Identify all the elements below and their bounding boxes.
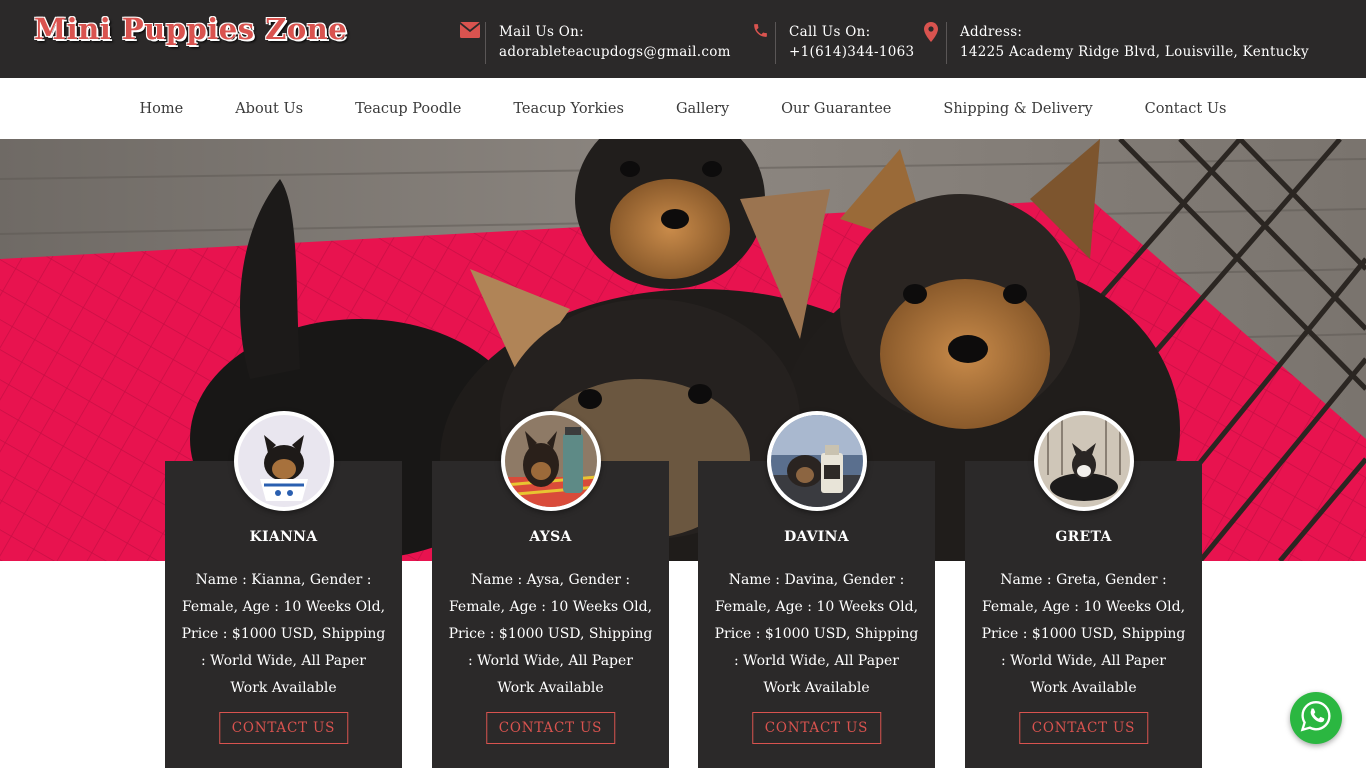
puppy-card: DAVINA Name : Davina, Gender : Female, A… bbox=[698, 411, 935, 768]
puppy-card: GRETA Name : Greta, Gender : Female, Age… bbox=[965, 411, 1202, 768]
site-logo[interactable]: Mini Puppies Zone bbox=[34, 12, 347, 46]
puppy-description: Name : Greta, Gender : Female, Age : 10 … bbox=[981, 572, 1186, 696]
nav-teacup-poodle[interactable]: Teacup Poodle bbox=[329, 101, 487, 117]
nav-home[interactable]: Home bbox=[113, 101, 209, 117]
nav-gallery[interactable]: Gallery bbox=[650, 101, 755, 117]
phone-label: Call Us On: bbox=[789, 24, 871, 40]
puppy-card: KIANNA Name : Kianna, Gender : Female, A… bbox=[165, 411, 402, 768]
divider bbox=[775, 22, 776, 64]
phone-value[interactable]: +1(614)344-1063 bbox=[789, 42, 914, 62]
puppy-avatar[interactable] bbox=[766, 411, 867, 511]
address-value: 14225 Academy Ridge Blvd, Louisville, Ke… bbox=[960, 44, 1309, 60]
mail-label: Mail Us On: bbox=[499, 24, 585, 40]
top-header-bar: Mini Puppies Zone Mail Us On: adorablete… bbox=[0, 0, 1366, 78]
nav-shipping-delivery[interactable]: Shipping & Delivery bbox=[917, 101, 1118, 117]
nav-our-guarantee[interactable]: Our Guarantee bbox=[755, 101, 917, 117]
envelope-icon bbox=[455, 20, 485, 62]
puppy-name: KIANNA bbox=[249, 529, 318, 545]
contact-us-button[interactable]: CONTACT US bbox=[485, 712, 616, 744]
puppy-avatar[interactable] bbox=[1033, 411, 1134, 511]
contact-us-button[interactable]: CONTACT US bbox=[1018, 712, 1149, 744]
puppy-card: AYSA Name : Aysa, Gender : Female, Age :… bbox=[432, 411, 669, 768]
nav-about-us[interactable]: About Us bbox=[209, 101, 329, 117]
puppy-name: GRETA bbox=[1055, 529, 1112, 545]
nav-teacup-yorkies[interactable]: Teacup Yorkies bbox=[487, 101, 650, 117]
mail-value[interactable]: adorableteacupdogs@gmail.com bbox=[499, 42, 731, 62]
phone-icon bbox=[745, 20, 775, 62]
puppy-name: AYSA bbox=[529, 529, 572, 545]
whatsapp-icon bbox=[1299, 699, 1333, 737]
puppy-description: Name : Kianna, Gender : Female, Age : 10… bbox=[181, 572, 386, 696]
puppy-name: DAVINA bbox=[784, 529, 849, 545]
whatsapp-button[interactable] bbox=[1290, 692, 1342, 744]
main-nav: Home About Us Teacup Poodle Teacup Yorki… bbox=[0, 78, 1366, 139]
nav-contact-us[interactable]: Contact Us bbox=[1119, 101, 1253, 117]
contact-us-button[interactable]: CONTACT US bbox=[218, 712, 349, 744]
divider bbox=[946, 22, 947, 64]
contact-us-button[interactable]: CONTACT US bbox=[751, 712, 882, 744]
divider bbox=[485, 22, 486, 64]
phone-contact: Call Us On: +1(614)344-1063 bbox=[745, 20, 914, 64]
address-label: Address: bbox=[960, 24, 1023, 40]
address-contact: Address: 14225 Academy Ridge Blvd, Louis… bbox=[916, 20, 1309, 64]
puppy-description: Name : Davina, Gender : Female, Age : 10… bbox=[714, 572, 919, 696]
map-marker-icon bbox=[916, 20, 946, 62]
puppy-avatar[interactable] bbox=[233, 411, 334, 511]
mail-contact: Mail Us On: adorableteacupdogs@gmail.com bbox=[455, 20, 731, 64]
puppy-description: Name : Aysa, Gender : Female, Age : 10 W… bbox=[448, 572, 653, 696]
puppy-avatar[interactable] bbox=[500, 411, 601, 511]
